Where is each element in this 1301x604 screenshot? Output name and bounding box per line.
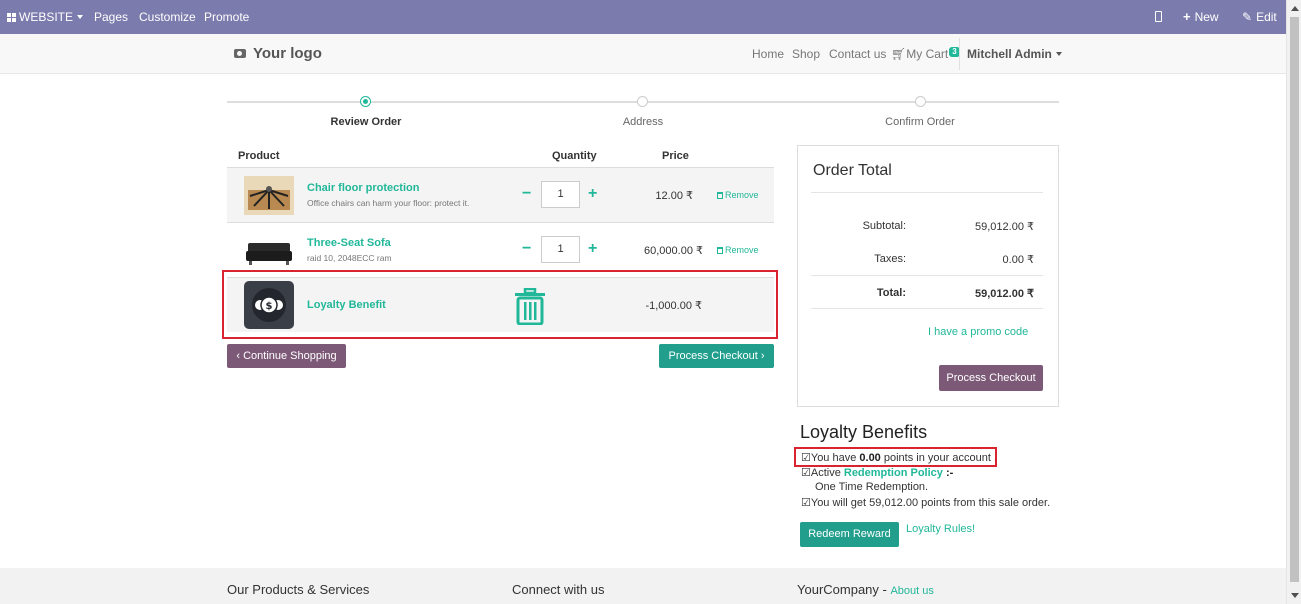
step-dot-review xyxy=(360,96,371,107)
nav-home[interactable]: Home xyxy=(752,47,784,61)
loyalty-policy-line: ☑Active Redemption Policy :- xyxy=(801,467,954,479)
order-total-title: Order Total xyxy=(813,162,892,179)
quantity-increase-button[interactable]: + xyxy=(588,241,597,257)
nav-divider xyxy=(959,38,960,70)
step-confirm-order: Confirm Order xyxy=(885,116,955,128)
step-dot-confirm xyxy=(915,96,926,107)
step-review-order: Review Order xyxy=(330,116,402,128)
promo-code-link[interactable]: I have a promo code xyxy=(928,326,1028,338)
trash-icon xyxy=(717,247,723,254)
product-image-sofa xyxy=(244,231,294,270)
site-header: Your logo Home Shop Contact us 🛒︎My Cart… xyxy=(0,34,1286,74)
page-scrollbar[interactable] xyxy=(1286,0,1301,604)
col-header-quantity: Quantity xyxy=(552,150,597,162)
scroll-down-icon[interactable] xyxy=(1291,593,1299,598)
subtotal-value: 59,012.00 ₹ xyxy=(975,221,1034,233)
panel-process-checkout-button[interactable]: Process Checkout xyxy=(939,365,1043,391)
divider xyxy=(811,308,1043,309)
continue-shopping-button[interactable]: ‹ Continue Shopping xyxy=(227,344,346,368)
product-description: Office chairs can harm your floor: prote… xyxy=(307,198,470,208)
remove-link[interactable]: Remove xyxy=(717,245,759,255)
user-menu[interactable]: Mitchell Admin xyxy=(967,47,1062,61)
divider xyxy=(811,192,1043,193)
footer-products-heading: Our Products & Services xyxy=(227,582,370,597)
quantity-decrease-button[interactable]: − xyxy=(522,186,531,202)
product-name-link[interactable]: Chair floor protection xyxy=(307,182,419,194)
quantity-input[interactable]: 1 xyxy=(541,181,580,208)
col-header-product: Product xyxy=(238,150,280,162)
site-logo[interactable]: Your logo xyxy=(234,45,322,62)
total-value: 59,012.00 ₹ xyxy=(975,288,1034,300)
line-price: 60,000.00 ₹ xyxy=(644,245,703,257)
scrollbar-thumb[interactable] xyxy=(1290,17,1299,582)
step-address: Address xyxy=(622,116,664,128)
pencil-icon: ✎ xyxy=(1242,10,1253,24)
scroll-up-icon[interactable] xyxy=(1291,6,1299,11)
line-price: 12.00 ₹ xyxy=(655,190,693,202)
footer: Our Products & Services Connect with us … xyxy=(0,568,1286,604)
cart-row: Three-Seat Sofa raid 10, 2048ECC ram − 1… xyxy=(227,222,774,277)
nav-shop[interactable]: Shop xyxy=(792,47,820,61)
about-us-link[interactable]: About us xyxy=(890,585,933,597)
col-header-price: Price xyxy=(662,150,689,162)
loyalty-rules-link[interactable]: Loyalty Rules! xyxy=(906,523,975,535)
cart-row: Chair floor protection Office chairs can… xyxy=(227,167,774,222)
taxes-label: Taxes: xyxy=(874,253,906,265)
pages-menu[interactable]: Pages xyxy=(94,0,128,34)
remove-link[interactable]: Remove xyxy=(717,190,759,200)
highlight-box xyxy=(222,270,778,339)
step-dot-address xyxy=(637,96,648,107)
trash-icon xyxy=(717,192,723,199)
loyalty-policy-detail: One Time Redemption. xyxy=(815,481,929,493)
customize-menu[interactable]: Customize xyxy=(139,0,196,34)
plus-icon: + xyxy=(1183,9,1191,24)
new-button[interactable]: + New xyxy=(1183,0,1219,34)
promote-menu[interactable]: Promote xyxy=(204,0,249,34)
admin-bar: WEBSITE Pages Customize Promote + New ✎ Ed… xyxy=(0,0,1301,34)
website-menu[interactable]: WEBSITE xyxy=(7,0,84,34)
total-label: Total: xyxy=(876,287,906,299)
product-description: raid 10, 2048ECC ram xyxy=(307,253,392,263)
nav-contact-us[interactable]: Contact us xyxy=(829,47,886,61)
edit-button[interactable]: ✎ Edit xyxy=(1242,0,1277,34)
order-total-panel: Order Total Subtotal: 59,012.00 ₹ Taxes:… xyxy=(797,145,1059,407)
highlight-box xyxy=(794,447,997,467)
quantity-input[interactable]: 1 xyxy=(541,236,580,263)
chevron-down-icon xyxy=(77,15,84,19)
footer-company-heading: YourCompany - About us xyxy=(797,582,934,597)
mobile-preview-button[interactable] xyxy=(1155,0,1162,34)
redemption-policy-link[interactable]: Redemption Policy xyxy=(844,467,943,479)
cart-icon: 🛒︎ xyxy=(891,47,907,61)
loyalty-earn-line: ☑You will get 59,012.00 points from this… xyxy=(801,497,1051,509)
redeem-reward-button[interactable]: Redeem Reward xyxy=(800,522,899,547)
footer-connect-heading: Connect with us xyxy=(512,582,605,597)
apps-grid-icon xyxy=(7,13,16,22)
phone-icon xyxy=(1155,11,1162,22)
chevron-right-icon: › xyxy=(757,350,765,362)
subtotal-label: Subtotal: xyxy=(862,220,906,232)
taxes-value: 0.00 ₹ xyxy=(1002,254,1034,266)
divider xyxy=(811,275,1043,276)
chevron-down-icon xyxy=(1055,52,1062,56)
nav-my-cart[interactable]: 🛒︎My Cart 3 xyxy=(891,47,960,61)
camera-icon xyxy=(234,49,246,58)
product-image-chair-mat xyxy=(244,176,294,215)
product-name-link[interactable]: Three-Seat Sofa xyxy=(307,237,391,249)
quantity-decrease-button[interactable]: − xyxy=(522,241,531,257)
loyalty-benefits-title: Loyalty Benefits xyxy=(800,422,928,442)
process-checkout-button[interactable]: Process Checkout › xyxy=(659,344,774,368)
